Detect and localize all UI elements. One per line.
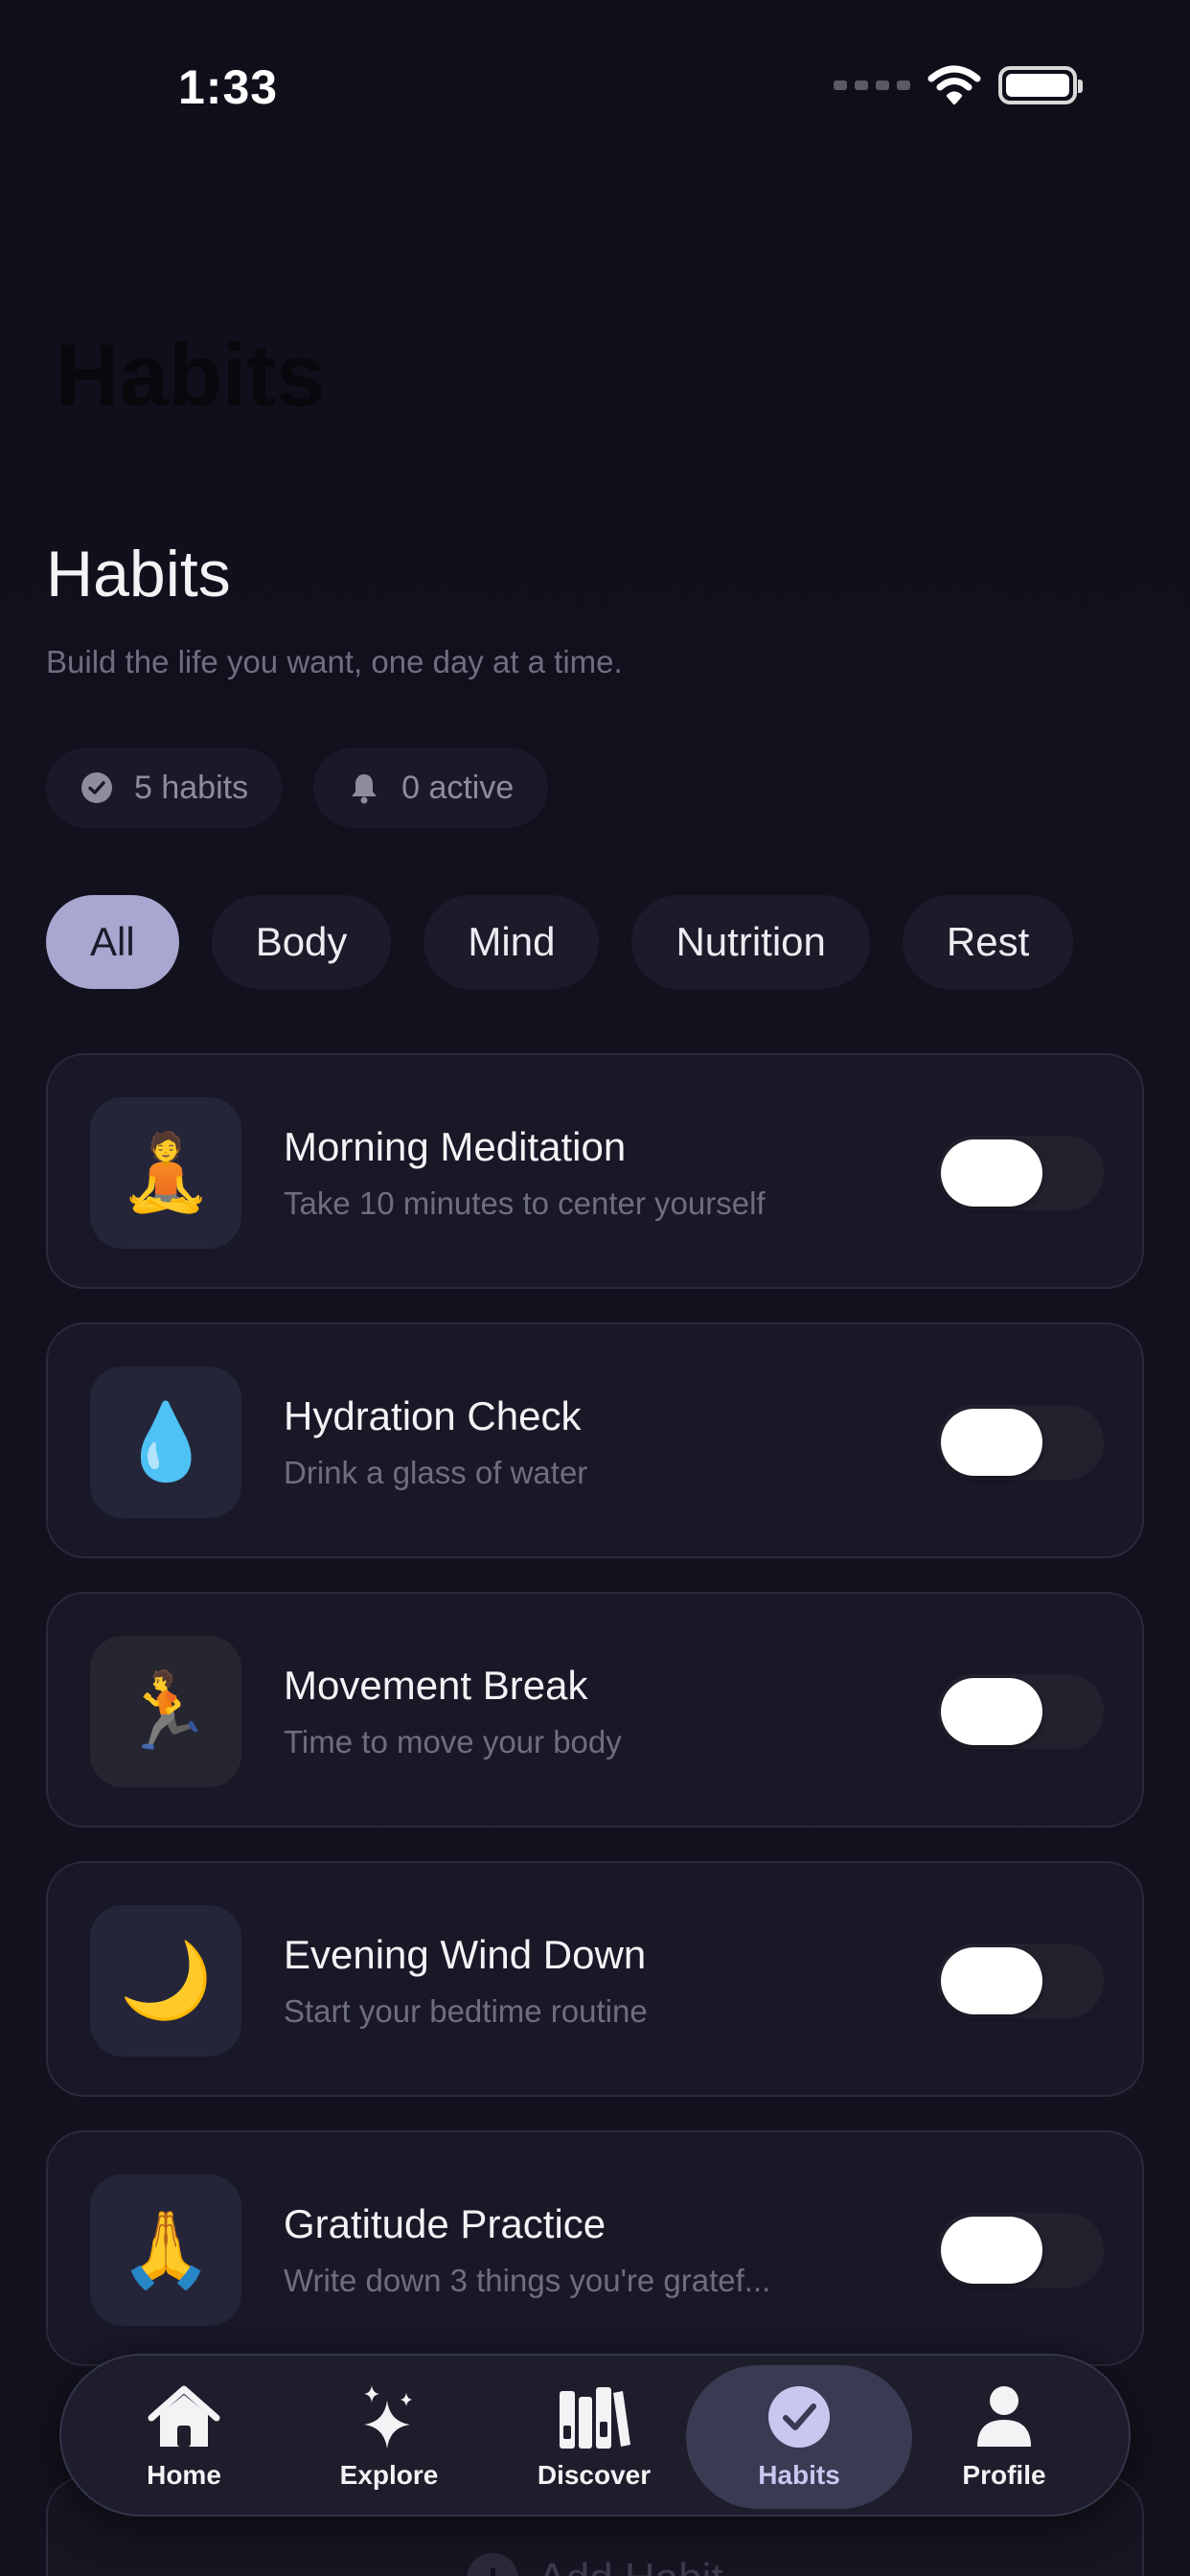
habit-card-evening-wind-down[interactable]: 🌙 Evening Wind Down Start your bedtime r… — [46, 1861, 1144, 2097]
filter-chip-rest[interactable]: Rest — [902, 895, 1074, 989]
add-habit-label: Add Habit — [538, 2555, 722, 2576]
habit-title: Morning Meditation — [284, 1124, 627, 1169]
wifi-icon — [927, 65, 981, 104]
tab-label: Home — [147, 2460, 221, 2490]
tab-label: Explore — [339, 2460, 439, 2490]
status-time: 1:33 — [178, 60, 279, 114]
habits-count-label: 5 habits — [134, 769, 249, 806]
habit-card-morning-meditation[interactable]: 🧘 Morning Meditation Take 10 minutes to … — [46, 1053, 1144, 1289]
person-icon — [977, 2386, 1031, 2447]
crescent-moon-icon: 🌙 — [90, 1905, 241, 2057]
habit-description: Take 10 minutes to center yourself — [284, 1185, 766, 1221]
tab-home[interactable]: Home — [71, 2365, 297, 2509]
filter-chip-nutrition[interactable]: Nutrition — [631, 895, 870, 989]
toggle-knob — [941, 1139, 1042, 1207]
filter-chip-all[interactable]: All — [46, 895, 179, 989]
habit-description: Time to move your body — [284, 1724, 622, 1760]
tab-discover[interactable]: Discover — [481, 2365, 707, 2509]
check-circle-icon — [81, 772, 112, 803]
toggle-knob — [941, 2217, 1042, 2284]
habit-title: Hydration Check — [284, 1393, 582, 1438]
meditation-icon: 🧘 — [90, 1097, 241, 1249]
habit-toggle[interactable] — [937, 2213, 1104, 2288]
habit-title: Gratitude Practice — [284, 2201, 606, 2246]
habit-toggle[interactable] — [937, 1405, 1104, 1480]
water-drop-icon: 💧 — [90, 1367, 241, 1518]
sparkles-icon — [364, 2385, 412, 2449]
habit-toggle[interactable] — [937, 1674, 1104, 1749]
tab-profile[interactable]: Profile — [891, 2365, 1117, 2509]
habit-card-movement-break[interactable]: 🏃 Movement Break Time to move your body — [46, 1592, 1144, 1828]
checkmark-circle-icon — [768, 2386, 830, 2448]
active-count-badge: 0 active — [313, 748, 549, 828]
tab-label: Discover — [537, 2460, 652, 2490]
books-icon — [560, 2387, 630, 2449]
habit-title: Movement Break — [284, 1663, 588, 1708]
filter-chip-mind[interactable]: Mind — [423, 895, 600, 989]
battery-icon — [998, 66, 1083, 104]
tab-explore[interactable]: Explore — [276, 2365, 502, 2509]
filter-chip-body[interactable]: Body — [211, 895, 392, 989]
habit-description: Write down 3 things you're gratef... — [284, 2263, 771, 2298]
habit-description: Drink a glass of water — [284, 1455, 588, 1490]
habit-title: Evening Wind Down — [284, 1932, 647, 1977]
tab-label: Habits — [758, 2460, 840, 2490]
cellular-signal-icon — [834, 80, 910, 90]
habit-card-gratitude-practice[interactable]: 🙏 Gratitude Practice Write down 3 things… — [46, 2130, 1144, 2366]
house-icon — [148, 2385, 220, 2447]
running-person-icon: 🏃 — [90, 1636, 241, 1787]
bell-icon — [352, 774, 378, 804]
tab-bar: Home Explore Discover Habits Profile — [59, 2354, 1131, 2517]
habits-count-badge: 5 habits — [46, 748, 284, 828]
toggle-knob — [941, 1409, 1042, 1476]
habit-card-hydration-check[interactable]: 💧 Hydration Check Drink a glass of water — [46, 1322, 1144, 1558]
category-filter: All Body Mind Nutrition Rest — [46, 895, 1074, 989]
tab-label: Profile — [962, 2460, 1046, 2490]
large-title-ghost: Habits — [56, 327, 326, 425]
toggle-knob — [941, 1947, 1042, 2014]
tab-habits[interactable]: Habits — [686, 2365, 912, 2509]
praying-hands-icon: 🙏 — [90, 2174, 241, 2326]
page-subtitle: Build the life you want, one day at a ti… — [46, 644, 623, 679]
plus-circle-icon: + — [467, 2553, 519, 2576]
status-bar: 1:33 — [0, 0, 1190, 144]
stats-row: 5 habits 0 active — [46, 748, 549, 828]
habit-toggle[interactable] — [937, 1136, 1104, 1210]
active-count-label: 0 active — [401, 769, 515, 806]
habit-toggle[interactable] — [937, 1944, 1104, 2018]
page-title: Habits — [46, 538, 231, 610]
toggle-knob — [941, 1678, 1042, 1745]
habit-description: Start your bedtime routine — [284, 1993, 648, 2029]
